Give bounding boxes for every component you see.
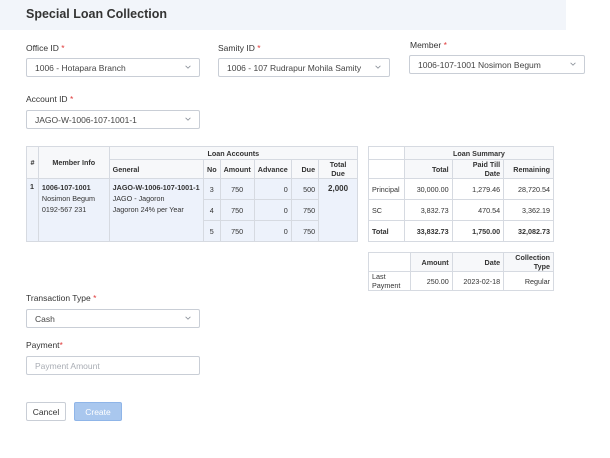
account-id-label: Account ID * bbox=[26, 94, 74, 104]
account-id-value: JAGO-W-1006-107-1001-1 bbox=[35, 115, 137, 125]
member-info-cell: 1006-107-1001 Nosimon Begum 0192-567 231 bbox=[37, 178, 110, 242]
table-row: 1 1006-107-1001 Nosimon Begum 0192-567 2… bbox=[26, 178, 358, 242]
row-index: 1 bbox=[26, 178, 39, 242]
col-total: Total bbox=[403, 159, 453, 179]
installment-due: 500 bbox=[290, 178, 320, 200]
transaction-type-select[interactable]: Cash bbox=[26, 309, 200, 328]
installment-advance: 0 bbox=[253, 220, 292, 242]
summary-label: Total bbox=[368, 220, 405, 242]
last-payment-header-row: Amount Date Collection Type bbox=[368, 252, 554, 272]
summary-row: SC 3,832.73 470.54 3,362.19 bbox=[368, 199, 554, 221]
installment-due: 750 bbox=[290, 220, 320, 242]
chevron-down-icon bbox=[375, 65, 381, 69]
summary-remaining: 32,082.73 bbox=[503, 220, 554, 242]
installment-no: 3 bbox=[203, 178, 221, 200]
page-header: Special Loan Collection bbox=[0, 0, 566, 30]
last-payment-row: Last Payment 250.00 2023-02-18 Regular bbox=[368, 271, 554, 291]
chevron-down-icon bbox=[185, 65, 191, 69]
member-label: Member * bbox=[410, 40, 447, 50]
payment-label: Payment* bbox=[26, 340, 63, 350]
product-detail: Jagoron 24% per Year bbox=[112, 205, 184, 214]
summary-remaining: 3,362.19 bbox=[503, 199, 554, 221]
summary-paid: 470.54 bbox=[451, 199, 505, 221]
account-id-select[interactable]: JAGO-W-1006-107-1001-1 bbox=[26, 110, 200, 129]
page-title: Special Loan Collection bbox=[26, 7, 167, 21]
col-amount: Amount bbox=[219, 159, 255, 179]
office-id-label: Office ID * bbox=[26, 43, 65, 53]
col-advance: Advance bbox=[253, 159, 292, 179]
last-payment-date: 2023-02-18 bbox=[451, 271, 505, 291]
installment-due: 750 bbox=[290, 199, 320, 221]
summary-header-row: Total Paid Till Date Remaining bbox=[368, 159, 554, 179]
account-code: JAGO-W-1006-107-1001-1 bbox=[112, 183, 200, 192]
installment-amount: 750 bbox=[219, 199, 255, 221]
summary-paid: 1,750.00 bbox=[451, 220, 505, 242]
loan-summary-title: Loan Summary bbox=[403, 146, 555, 160]
col-group-loan-accounts: Loan Accounts bbox=[108, 146, 359, 160]
installment-advance: 0 bbox=[253, 199, 292, 221]
loan-summary-table: Loan Summary Total Paid Till Date Remain… bbox=[368, 146, 555, 242]
summary-row: Principal 30,000.00 1,279.46 28,720.54 bbox=[368, 178, 554, 200]
installment-no: 5 bbox=[203, 220, 221, 242]
total-due: 2,000 bbox=[318, 178, 358, 242]
member-value: 1006-107-1001 Nosimon Begum bbox=[418, 60, 541, 70]
summary-remaining: 28,720.54 bbox=[503, 178, 554, 200]
transaction-type-label: Transaction Type * bbox=[26, 293, 97, 303]
transaction-type-value: Cash bbox=[35, 314, 55, 324]
member-code: 1006-107-1001 bbox=[41, 183, 91, 192]
installment-amount: 750 bbox=[219, 220, 255, 242]
col-no: No bbox=[203, 159, 221, 179]
summary-label: SC bbox=[368, 199, 405, 221]
table-header-row: # Member Info Loan Accounts bbox=[26, 146, 359, 179]
product-name: JAGO - Jagoron bbox=[112, 194, 165, 203]
summary-total: 33,832.73 bbox=[403, 220, 453, 242]
installment-advance: 0 bbox=[253, 178, 292, 200]
col-collection-type: Collection Type bbox=[503, 252, 554, 272]
samity-id-label: Samity ID * bbox=[218, 43, 261, 53]
summary-label: Principal bbox=[368, 178, 405, 200]
chevron-down-icon bbox=[185, 316, 191, 320]
office-id-select[interactable]: 1006 - Hotapara Branch bbox=[26, 58, 200, 77]
summary-total-row: Total 33,832.73 1,750.00 32,082.73 bbox=[368, 220, 554, 242]
installment-amount: 750 bbox=[219, 178, 255, 200]
summary-paid: 1,279.46 bbox=[451, 178, 505, 200]
last-payment-label: Last Payment bbox=[368, 271, 411, 291]
general-cell: JAGO-W-1006-107-1001-1 JAGO - Jagoron Ja… bbox=[108, 178, 205, 242]
member-select[interactable]: 1006-107-1001 Nosimon Begum bbox=[409, 55, 585, 74]
last-payment-type: Regular bbox=[503, 271, 554, 291]
summary-title-row: Loan Summary bbox=[368, 146, 555, 160]
col-hash: # bbox=[26, 146, 39, 179]
col-total-due: Total Due bbox=[318, 159, 358, 179]
member-phone: 0192-567 231 bbox=[41, 205, 87, 214]
samity-id-select[interactable]: 1006 - 107 Rudrapur Mohila Samity bbox=[218, 58, 390, 77]
col-paid-till-date: Paid Till Date bbox=[451, 159, 505, 179]
loan-accounts-table: # Member Info Loan Accounts General No A… bbox=[26, 146, 359, 242]
last-payment-table: Amount Date Collection Type Last Payment… bbox=[368, 252, 554, 291]
col-remaining: Remaining bbox=[503, 159, 554, 179]
member-name: Nosimon Begum bbox=[41, 194, 96, 203]
installment-no: 4 bbox=[203, 199, 221, 221]
last-payment-amount: 250.00 bbox=[409, 271, 453, 291]
chevron-down-icon bbox=[570, 62, 576, 66]
col-last-date: Date bbox=[451, 252, 505, 272]
payment-amount-field[interactable] bbox=[26, 356, 200, 375]
create-button[interactable]: Create bbox=[74, 402, 122, 421]
chevron-down-icon bbox=[185, 117, 191, 121]
cancel-button[interactable]: Cancel bbox=[26, 402, 66, 421]
col-member-info: Member Info bbox=[37, 146, 110, 179]
col-general: General bbox=[108, 159, 205, 179]
col-due: Due bbox=[290, 159, 320, 179]
col-last-amount: Amount bbox=[409, 252, 453, 272]
payment-amount-input[interactable] bbox=[27, 357, 199, 374]
office-id-value: 1006 - Hotapara Branch bbox=[35, 63, 126, 73]
summary-total: 3,832.73 bbox=[403, 199, 453, 221]
samity-id-value: 1006 - 107 Rudrapur Mohila Samity bbox=[227, 63, 362, 73]
summary-total: 30,000.00 bbox=[403, 178, 453, 200]
